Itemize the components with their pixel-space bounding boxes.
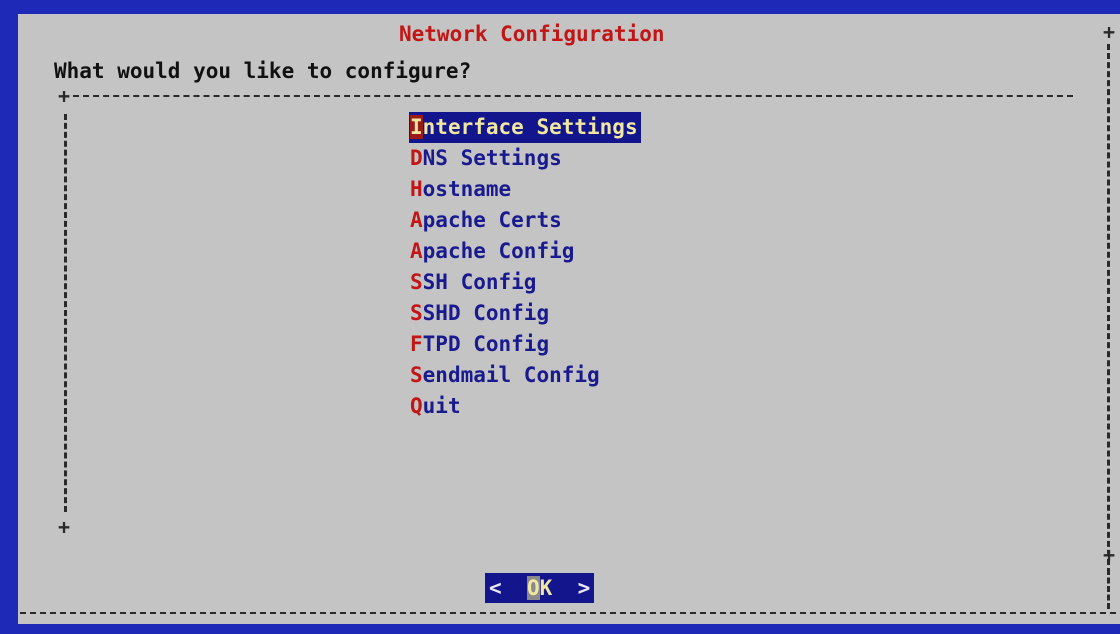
menu-item-hotkey: S <box>410 301 423 325</box>
menu-item-sshd-config[interactable]: SSHD Config <box>409 298 641 329</box>
list-corner-top-left: + <box>58 84 71 108</box>
menu-item-hotkey: F <box>410 332 423 356</box>
menu-item-hotkey: Q <box>410 394 423 418</box>
network-configuration-dialog: + + Network Configuration What would you… <box>18 14 1120 624</box>
menu-item-ftpd-config[interactable]: FTPD Config <box>409 329 641 360</box>
menu-item-hostname[interactable]: Hostname <box>409 174 641 205</box>
frame-bottom-border <box>20 612 1116 614</box>
menu-item-hotkey: I <box>410 115 423 139</box>
menu-item-hotkey: D <box>410 146 423 170</box>
menu-item-sendmail-config[interactable]: Sendmail Config <box>409 360 641 391</box>
ok-button-label: K <box>539 576 553 600</box>
menu-item-quit[interactable]: Quit <box>409 391 641 422</box>
ok-button-left-bracket: < <box>489 576 502 600</box>
menu-item-interface-settings[interactable]: Interface Settings <box>409 112 641 143</box>
menu-item-apache-config[interactable]: Apache Config <box>409 236 641 267</box>
menu-item-hotkey: H <box>410 177 423 201</box>
menu-item-label: pache Certs <box>422 208 562 232</box>
menu-item-label: pache Config <box>422 239 575 263</box>
menu-item-dns-settings[interactable]: DNS Settings <box>409 143 641 174</box>
list-top-border <box>73 95 1073 97</box>
frame-right-border-upper <box>1107 44 1110 574</box>
dialog-title: Network Configuration <box>399 22 665 46</box>
frame-corner-top-right: + <box>1103 20 1116 44</box>
menu-item-label: nterface Settings <box>422 115 638 139</box>
menu-item-label: endmail Config <box>422 363 600 387</box>
menu-item-hotkey: S <box>410 270 423 294</box>
menu-item-label: SHD Config <box>422 301 550 325</box>
menu-item-apache-certs[interactable]: Apache Certs <box>409 205 641 236</box>
frame-right-border-lower <box>1107 569 1110 609</box>
ok-button[interactable]: < OK > <box>485 573 595 603</box>
config-menu: Interface Settings DNS Settings Hostname… <box>409 112 641 422</box>
list-left-border <box>64 114 67 512</box>
menu-item-label: NS Settings <box>422 146 562 170</box>
menu-item-label: uit <box>422 394 461 418</box>
menu-item-hotkey: S <box>410 363 423 387</box>
dialog-prompt: What would you like to configure? <box>54 59 472 83</box>
frame-corner-right-middle: + <box>1103 543 1116 567</box>
list-corner-bottom-left: + <box>58 515 71 539</box>
menu-item-ssh-config[interactable]: SSH Config <box>409 267 641 298</box>
menu-item-label: TPD Config <box>422 332 550 356</box>
menu-item-selected-highlight: Interface Settings <box>409 112 641 143</box>
ok-button-right-bracket: > <box>577 576 591 600</box>
menu-item-label: ostname <box>422 177 512 201</box>
menu-item-hotkey: A <box>410 239 423 263</box>
menu-item-hotkey: A <box>410 208 423 232</box>
ok-button-hotkey: O <box>526 576 540 600</box>
menu-item-label: SH Config <box>422 270 537 294</box>
